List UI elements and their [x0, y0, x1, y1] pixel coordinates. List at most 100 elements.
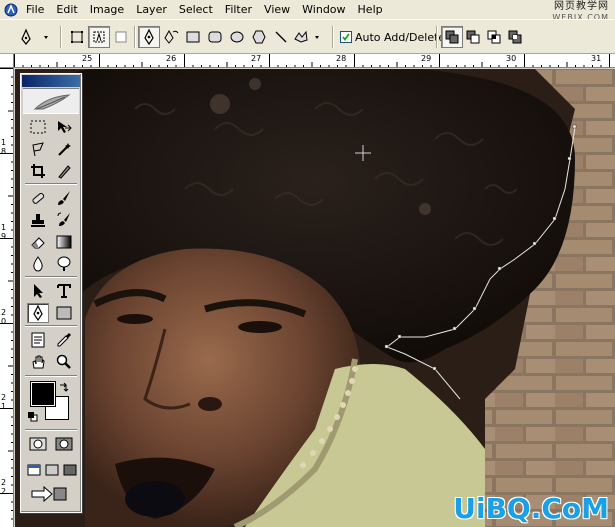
marquee-icon — [30, 120, 46, 134]
intersect-area-icon — [487, 30, 501, 44]
ruler-label: 30 — [506, 54, 517, 63]
type-tool[interactable] — [53, 281, 75, 301]
feather-icon — [33, 94, 71, 110]
line-icon — [275, 31, 287, 43]
menu-layer[interactable]: Layer — [130, 1, 173, 18]
notes-tool[interactable] — [27, 330, 49, 350]
add-to-path-area-button[interactable] — [441, 26, 463, 48]
shape-layers-button[interactable] — [66, 26, 88, 48]
standard-screen-mode-button[interactable] — [25, 460, 43, 480]
menu-file[interactable]: File — [20, 1, 50, 18]
path-selection-arrow-icon — [34, 284, 43, 298]
dodge-tool[interactable] — [53, 254, 75, 274]
menu-bar: File Edit Image Layer Select Filter View… — [0, 0, 615, 22]
healing-brush-tool[interactable] — [27, 188, 49, 208]
gradient-icon — [56, 235, 72, 249]
full-screen-mode-button[interactable] — [61, 460, 79, 480]
ruler-label: 1 — [1, 138, 7, 147]
line-shape-button[interactable] — [270, 26, 292, 48]
standard-mode-button[interactable] — [27, 434, 49, 454]
shape-layers-icon — [71, 31, 83, 43]
freeform-pen-icon — [164, 29, 179, 44]
eraser-icon — [31, 237, 45, 249]
blur-drop-icon — [33, 256, 43, 272]
menu-filter[interactable]: Filter — [219, 1, 258, 18]
menu-select[interactable]: Select — [173, 1, 219, 18]
blur-tool[interactable] — [27, 254, 49, 274]
pen-tool-button[interactable] — [138, 26, 160, 48]
type-icon — [57, 284, 71, 298]
vertical-ruler-ticks — [0, 68, 13, 520]
gradient-tool[interactable] — [53, 232, 75, 252]
toolbox-header[interactable] — [23, 88, 79, 114]
rectangle-tool[interactable] — [53, 303, 75, 323]
foreground-color-swatch[interactable] — [30, 381, 56, 407]
brush-tool[interactable] — [53, 188, 75, 208]
toolbox-panel[interactable] — [20, 73, 82, 513]
move-icon — [58, 121, 72, 133]
pen-tool[interactable] — [27, 303, 49, 323]
jump-to-imageready-button[interactable] — [27, 484, 73, 504]
magic-wand-tool[interactable] — [53, 139, 75, 159]
menu-view[interactable]: View — [258, 1, 296, 18]
rounded-rectangle-icon — [208, 31, 222, 43]
slice-tool[interactable] — [53, 161, 75, 181]
options-bar: Auto Add/Delete — [0, 19, 615, 54]
eyedropper-tool[interactable] — [53, 330, 75, 350]
rectangle-shape-button[interactable] — [182, 26, 204, 48]
lasso-tool[interactable] — [27, 139, 49, 159]
ruler-label: 9 — [1, 232, 7, 241]
full-screen-menu-mode-button[interactable] — [43, 460, 61, 480]
polygon-shape-button[interactable] — [248, 26, 270, 48]
ellipse-shape-button[interactable] — [226, 26, 248, 48]
rounded-rectangle-button[interactable] — [204, 26, 226, 48]
horizontal-ruler-ticks — [14, 54, 610, 67]
photoshop-app-icon[interactable] — [2, 1, 20, 18]
ruler-label: 2 — [1, 478, 7, 487]
clone-stamp-tool[interactable] — [27, 210, 49, 230]
menu-image[interactable]: Image — [84, 1, 130, 18]
paths-mode-button[interactable] — [88, 26, 110, 48]
ruler-origin[interactable] — [0, 54, 14, 68]
custom-shape-button[interactable] — [292, 26, 324, 48]
menu-edit[interactable]: Edit — [50, 1, 83, 18]
ruler-label: 1 — [1, 402, 7, 411]
path-selection-tool[interactable] — [27, 281, 49, 301]
fill-pixels-button[interactable] — [110, 26, 132, 48]
history-brush-tool[interactable] — [53, 210, 75, 230]
freeform-pen-button[interactable] — [160, 26, 182, 48]
move-tool[interactable] — [53, 117, 75, 137]
subtract-path-area-button[interactable] — [462, 26, 484, 48]
menu-help[interactable]: Help — [352, 1, 389, 18]
vertical-ruler[interactable]: 1 8 1 9 2 0 2 1 2 2 — [0, 68, 14, 527]
document-canvas[interactable] — [15, 69, 615, 527]
intersect-path-area-button[interactable] — [483, 26, 505, 48]
toolbox-title-bar[interactable] — [22, 75, 80, 87]
swap-colors-icon[interactable] — [59, 382, 69, 392]
auto-add-delete-checkbox[interactable] — [340, 31, 352, 43]
default-colors-icon[interactable] — [28, 412, 38, 422]
imageready-jump-icon — [31, 485, 67, 503]
ruler-label: 25 — [82, 54, 93, 63]
exclude-overlap-button[interactable] — [504, 26, 526, 48]
fill-pixels-icon — [115, 31, 127, 43]
hand-tool[interactable] — [27, 352, 49, 372]
site-watermark-bottom: UiBQ.CoM — [453, 492, 609, 525]
quick-mask-mode-button[interactable] — [53, 434, 75, 454]
ruler-label: 29 — [421, 54, 432, 63]
lasso-icon — [32, 142, 44, 157]
zoom-tool[interactable] — [53, 352, 75, 372]
crop-icon — [31, 164, 45, 178]
exclude-area-icon — [508, 30, 522, 44]
horizontal-ruler[interactable]: 25 26 27 28 29 30 31 — [14, 54, 615, 68]
eraser-tool[interactable] — [27, 232, 49, 252]
menu-window[interactable]: Window — [296, 1, 351, 18]
crop-tool[interactable] — [27, 161, 49, 181]
auto-add-delete-label[interactable]: Auto Add/Delete — [355, 31, 445, 44]
ellipse-icon — [230, 31, 244, 43]
marquee-tool[interactable] — [27, 117, 49, 137]
tool-preset-picker[interactable] — [14, 26, 54, 48]
auto-add-delete-option[interactable]: Auto Add/Delete — [340, 26, 445, 48]
stamp-icon — [31, 214, 45, 227]
polygon-icon — [252, 30, 266, 44]
